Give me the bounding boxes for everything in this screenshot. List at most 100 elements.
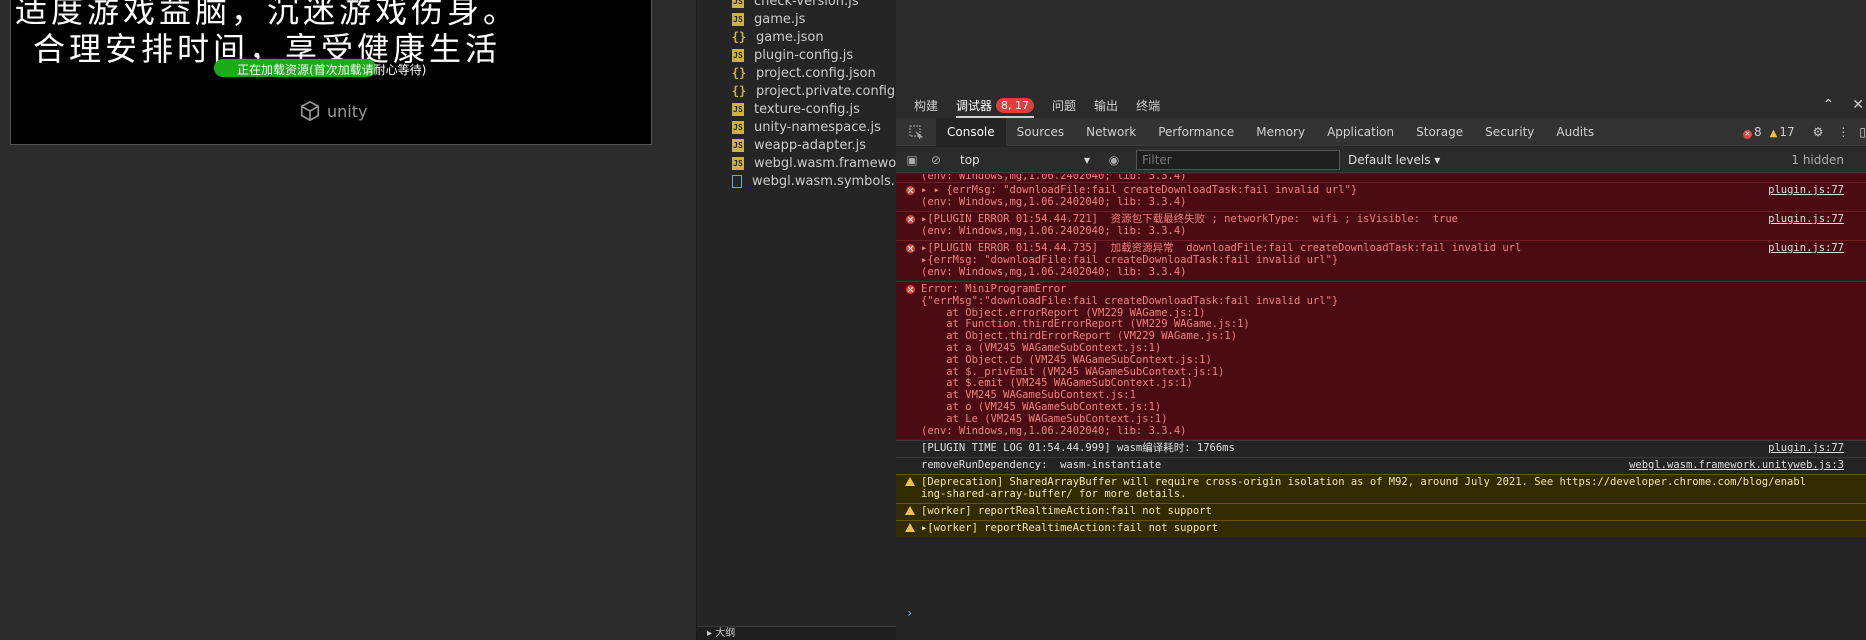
json-file-icon: {}	[731, 30, 747, 44]
file-item[interactable]: webgl.wasm.symbols.u...	[697, 170, 897, 192]
console-line: ing-shared-array-buffer/ for more detail…	[921, 487, 1187, 500]
log-levels-dropdown[interactable]: Default levels ▾	[1348, 153, 1440, 167]
filter-input[interactable]	[1136, 149, 1340, 170]
error-icon: ✕	[1743, 130, 1752, 139]
bottom-panel-tabs: 构建 调试器 8, 17 问题 输出 终端	[896, 92, 1866, 118]
dock-icon[interactable]: ▯	[1859, 125, 1866, 139]
file-icon	[732, 174, 742, 188]
warning-icon	[905, 506, 915, 515]
issue-count-badge: 8, 17	[996, 97, 1035, 113]
context-selector[interactable]: top ▾	[960, 153, 1090, 167]
collapse-panel-icon[interactable]: ⌃	[1823, 97, 1835, 113]
close-panel-icon[interactable]: ✕	[1852, 97, 1864, 113]
devtools-status: ✕ 8 ▲ 17 ⚙ ⋮ ▯	[1743, 118, 1866, 146]
panel-tab-label: 调试器	[956, 98, 993, 113]
devtools-tab-console[interactable]: Console	[936, 117, 1006, 146]
file-name: weapp-adapter.js	[754, 137, 866, 153]
error-icon	[906, 285, 915, 294]
unity-cube-icon	[300, 100, 320, 122]
console-prompt[interactable]: ›	[906, 606, 913, 620]
console-line: at Le (VM245 WAGameSubContext.js:1)	[921, 412, 1168, 425]
more-options-icon[interactable]: ⋮	[1837, 125, 1849, 139]
js-file-icon: JS	[732, 102, 744, 116]
file-explorer: JS check-version.js JS game.js{} game.json JS…	[696, 0, 897, 640]
console-line: [worker] reportRealtimeAction:fail not s…	[921, 505, 1212, 517]
source-link[interactable]: plugin.js:77	[1768, 442, 1844, 455]
console-log-entry[interactable]: [PLUGIN TIME LOG 01:54.44.999] wasm编译耗时:…	[896, 440, 1866, 457]
console-line: {"errMsg":"downloadFile:fail createDownl…	[921, 294, 1339, 307]
file-name: plugin-config.js	[754, 47, 854, 63]
unity-brand-text: unity	[327, 101, 368, 121]
panel-tab[interactable]: 终端	[1136, 92, 1160, 118]
console-line: ▸[worker] reportRealtimeAction:fail not …	[921, 522, 1219, 534]
file-name: webgl.wasm.framewor...	[754, 155, 897, 171]
devtools-tab-application[interactable]: Application	[1316, 118, 1405, 146]
console-err-entry[interactable]: ▸ ▸ {errMsg: "downloadFile:fail createDo…	[896, 182, 1866, 211]
warning-icon	[905, 477, 915, 486]
devtools-tabs: Console Sources Network Performance Memory Ap…	[896, 117, 1866, 146]
json-file-icon: {}	[731, 84, 747, 98]
devtools-tab-storage[interactable]: Storage	[1405, 118, 1474, 146]
settings-gear-icon[interactable]: ⚙	[1813, 125, 1824, 139]
console-line: at o (VM245 WAGameSubContext.js:1)	[921, 400, 1162, 413]
sidebar-toggle-icon[interactable]: ▣	[900, 153, 924, 167]
source-link[interactable]: webgl.wasm.framework.unityweb.js:3	[1629, 459, 1844, 472]
console-warn-entry[interactable]: ▸[worker] reportRealtimeAction:fail not …	[896, 520, 1866, 537]
devtools-tab-performance[interactable]: Performance	[1147, 118, 1245, 146]
console-err-entry[interactable]: ▸[PLUGIN ERROR 01:54.44.721] 资源包下载最终失败 ;…	[896, 211, 1866, 240]
inspect-element-icon[interactable]	[896, 118, 936, 146]
json-file-icon: {}	[731, 66, 747, 80]
panel-tab-label: 输出	[1094, 98, 1119, 113]
js-file-icon: JS	[732, 0, 744, 8]
js-file-icon: JS	[732, 156, 744, 170]
game-canvas[interactable]: 适度游戏益脑，沉迷游戏伤身。 合理安排时间，享受健康生活 正在加载资源(首次加载…	[10, 0, 652, 145]
devtools-tab-audits[interactable]: Audits	[1545, 118, 1605, 146]
devtools-tab-network[interactable]: Network	[1075, 118, 1147, 146]
file-name: game.json	[756, 29, 824, 45]
js-file-icon: JS	[732, 48, 744, 62]
eye-icon[interactable]: ◉	[1102, 153, 1126, 167]
error-icon	[906, 215, 915, 224]
warning-icon	[905, 523, 915, 532]
console-err-entry[interactable]: Error: MiniProgramError {"errMsg":"downlo…	[896, 281, 1866, 440]
debugger-panel: 构建 调试器 8, 17 问题 输出 终端 ⌃ ✕ Console Sources Netwo…	[896, 92, 1866, 640]
hidden-count: 1 hidden	[1791, 153, 1844, 167]
panel-tab[interactable]: 问题	[1052, 92, 1076, 118]
console-line: ▸{errMsg: "downloadFile:fail createDownl…	[921, 253, 1339, 266]
console-line: at Object.cb (VM245 WAGameSubContext.js:…	[921, 353, 1212, 366]
file-name: project.private.config.js...	[756, 83, 897, 99]
outline-section-header[interactable]: ▸ 大纲	[697, 626, 897, 640]
file-name: unity-namespace.js	[754, 119, 881, 135]
panel-tab[interactable]: 调试器 8, 17	[956, 92, 1035, 118]
loading-text: 正在加载资源(首次加载请耐心等待)	[237, 63, 427, 77]
panel-tab-label: 构建	[914, 98, 939, 113]
simulator-area: 适度游戏益脑，沉迷游戏伤身。 合理安排时间，享受健康生活 正在加载资源(首次加载…	[0, 0, 696, 640]
warning-counter[interactable]: ▲ 17	[1770, 125, 1795, 139]
error-counter[interactable]: ✕ 8	[1743, 125, 1762, 139]
error-icon	[906, 244, 915, 253]
panel-tab[interactable]: 构建	[914, 92, 938, 118]
file-name: texture-config.js	[754, 101, 860, 117]
devtools-tab-security[interactable]: Security	[1474, 118, 1545, 146]
file-name: webgl.wasm.symbols.u...	[752, 173, 897, 189]
console-log-entry[interactable]: removeRunDependency: wasm-instantiate web…	[896, 457, 1866, 474]
empty-editor-area	[896, 0, 1866, 92]
console-output[interactable]: (env: Windows,mg,1.06.2402040; lib: 3.3.…	[896, 174, 1866, 640]
source-link[interactable]: plugin.js:77	[1768, 242, 1844, 255]
console-line: at a (VM245 WAGameSubContext.js:1)	[921, 341, 1162, 354]
devtools-tab-memory[interactable]: Memory	[1245, 118, 1316, 146]
file-name: project.config.json	[756, 65, 876, 81]
error-icon	[906, 186, 915, 195]
console-line: (env: Windows,mg,1.06.2402040; lib: 3.3.…	[921, 265, 1187, 278]
js-file-icon: JS	[732, 12, 744, 26]
devtools-tab-sources[interactable]: Sources	[1006, 118, 1075, 146]
console-line: (env: Windows,mg,1.06.2402040; lib: 3.3.…	[921, 195, 1187, 208]
source-link[interactable]: plugin.js:77	[1768, 213, 1844, 226]
console-err-entry[interactable]: ▸[PLUGIN ERROR 01:54.44.735] 加载资源异常 down…	[896, 240, 1866, 281]
source-link[interactable]: plugin.js:77	[1768, 184, 1844, 197]
panel-tab[interactable]: 输出	[1094, 92, 1118, 118]
clear-console-icon[interactable]: ⊘	[924, 153, 948, 167]
console-warn-entry[interactable]: [worker] reportRealtimeAction:fail not s…	[896, 503, 1866, 520]
warning-icon: ▲	[1769, 128, 1778, 139]
console-warn-entry[interactable]: [Deprecation] SharedArrayBuffer will req…	[896, 474, 1866, 503]
